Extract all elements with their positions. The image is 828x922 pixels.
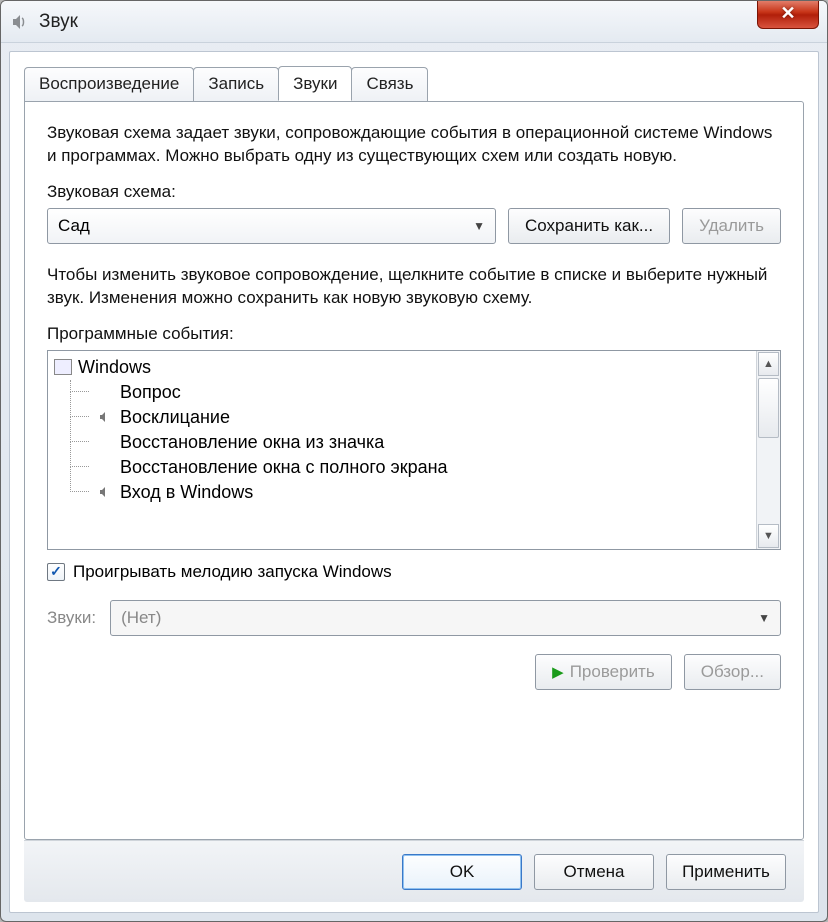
scroll-down-button[interactable]: ▼ <box>758 524 779 548</box>
tree-item[interactable]: Восклицание <box>50 405 754 430</box>
events-label: Программные события: <box>47 324 781 344</box>
speaker-icon <box>9 11 31 33</box>
tab-sounds[interactable]: Звуки <box>278 66 352 101</box>
tab-recording[interactable]: Запись <box>193 67 279 102</box>
test-button: ▶ Проверить <box>535 654 672 690</box>
window-title: Звук <box>39 11 78 33</box>
tab-playback[interactable]: Воспроизведение <box>24 67 194 102</box>
save-as-button[interactable]: Сохранить как... <box>508 208 670 244</box>
chevron-down-icon: ▼ <box>758 611 770 625</box>
chevron-down-icon: ▼ <box>473 219 485 233</box>
sound-icon <box>96 409 114 425</box>
ok-button[interactable]: OK <box>402 854 522 890</box>
play-startup-label: Проигрывать мелодию запуска Windows <box>73 562 392 582</box>
cancel-button[interactable]: Отмена <box>534 854 654 890</box>
close-icon: ✕ <box>780 3 795 24</box>
sound-icon <box>96 484 114 500</box>
play-startup-checkbox[interactable]: ✓ <box>47 563 65 581</box>
scroll-up-button[interactable]: ▲ <box>758 352 779 376</box>
windows-icon <box>54 359 72 375</box>
tab-strip: Воспроизведение Запись Звуки Связь <box>10 52 818 101</box>
sounds-combo: (Нет) ▼ <box>110 600 781 636</box>
sound-dialog: Звук ✕ Воспроизведение Запись Звуки Связ… <box>0 0 828 922</box>
browse-button: Обзор... <box>684 654 781 690</box>
client-area: Воспроизведение Запись Звуки Связь Звуко… <box>9 51 819 913</box>
tree-item[interactable]: Восстановление окна с полного экрана <box>50 455 754 480</box>
sounds-label: Звуки: <box>47 608 96 628</box>
events-intro: Чтобы изменить звуковое сопровождение, щ… <box>47 264 781 310</box>
scheme-value: Сад <box>58 216 90 236</box>
dialog-button-bar: OK Отмена Применить <box>24 840 804 902</box>
close-button[interactable]: ✕ <box>757 0 819 29</box>
titlebar: Звук ✕ <box>1 1 827 43</box>
tab-body-sounds: Звуковая схема задает звуки, сопровождаю… <box>24 101 804 840</box>
tree-item[interactable]: Вопрос <box>50 380 754 405</box>
sound-icon <box>96 434 114 450</box>
scheme-combo[interactable]: Сад ▼ <box>47 208 496 244</box>
delete-button[interactable]: Удалить <box>682 208 781 244</box>
tree-root[interactable]: Windows <box>50 355 754 380</box>
scroll-track[interactable] <box>757 439 780 523</box>
sound-icon <box>96 384 114 400</box>
tab-communications[interactable]: Связь <box>351 67 428 102</box>
events-tree: Windows Вопрос Восклицание Восс <box>48 351 756 549</box>
tree-item[interactable]: Вход в Windows <box>50 480 754 505</box>
scroll-thumb[interactable] <box>758 378 779 438</box>
scheme-description: Звуковая схема задает звуки, сопровождаю… <box>47 122 781 168</box>
scrollbar[interactable]: ▲ ▼ <box>756 351 780 549</box>
scheme-label: Звуковая схема: <box>47 182 781 202</box>
events-listbox[interactable]: Windows Вопрос Восклицание Восс <box>47 350 781 550</box>
tree-item[interactable]: Восстановление окна из значка <box>50 430 754 455</box>
sounds-value: (Нет) <box>121 608 161 628</box>
sound-icon <box>96 459 114 475</box>
play-icon: ▶ <box>552 663 564 681</box>
apply-button[interactable]: Применить <box>666 854 786 890</box>
